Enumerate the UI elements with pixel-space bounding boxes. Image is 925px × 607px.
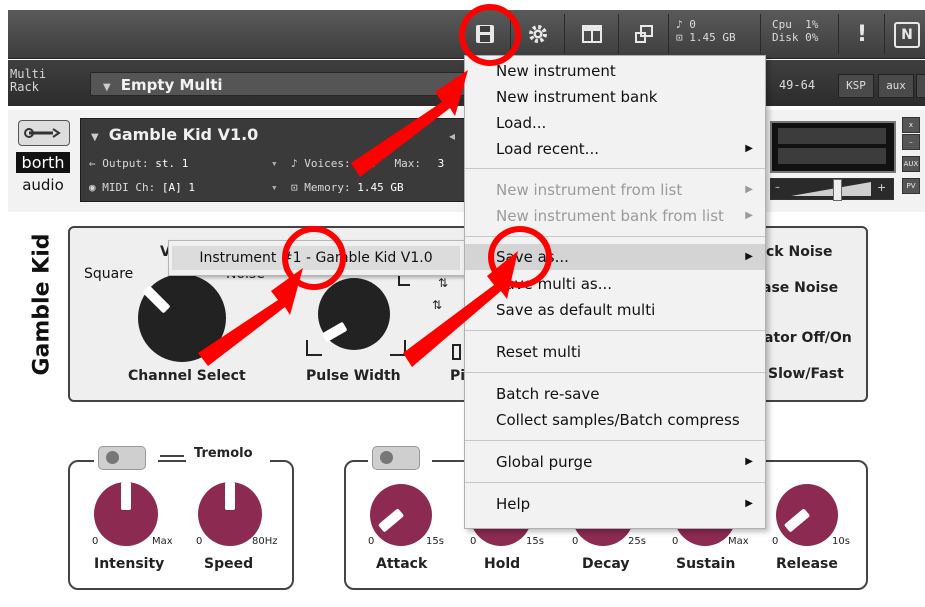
annotation-arrows: [198, 70, 518, 367]
arrow-to-instrument-item: [198, 268, 303, 366]
arrow-to-save-button: [351, 70, 468, 177]
arrow-to-save-as: [403, 251, 518, 367]
